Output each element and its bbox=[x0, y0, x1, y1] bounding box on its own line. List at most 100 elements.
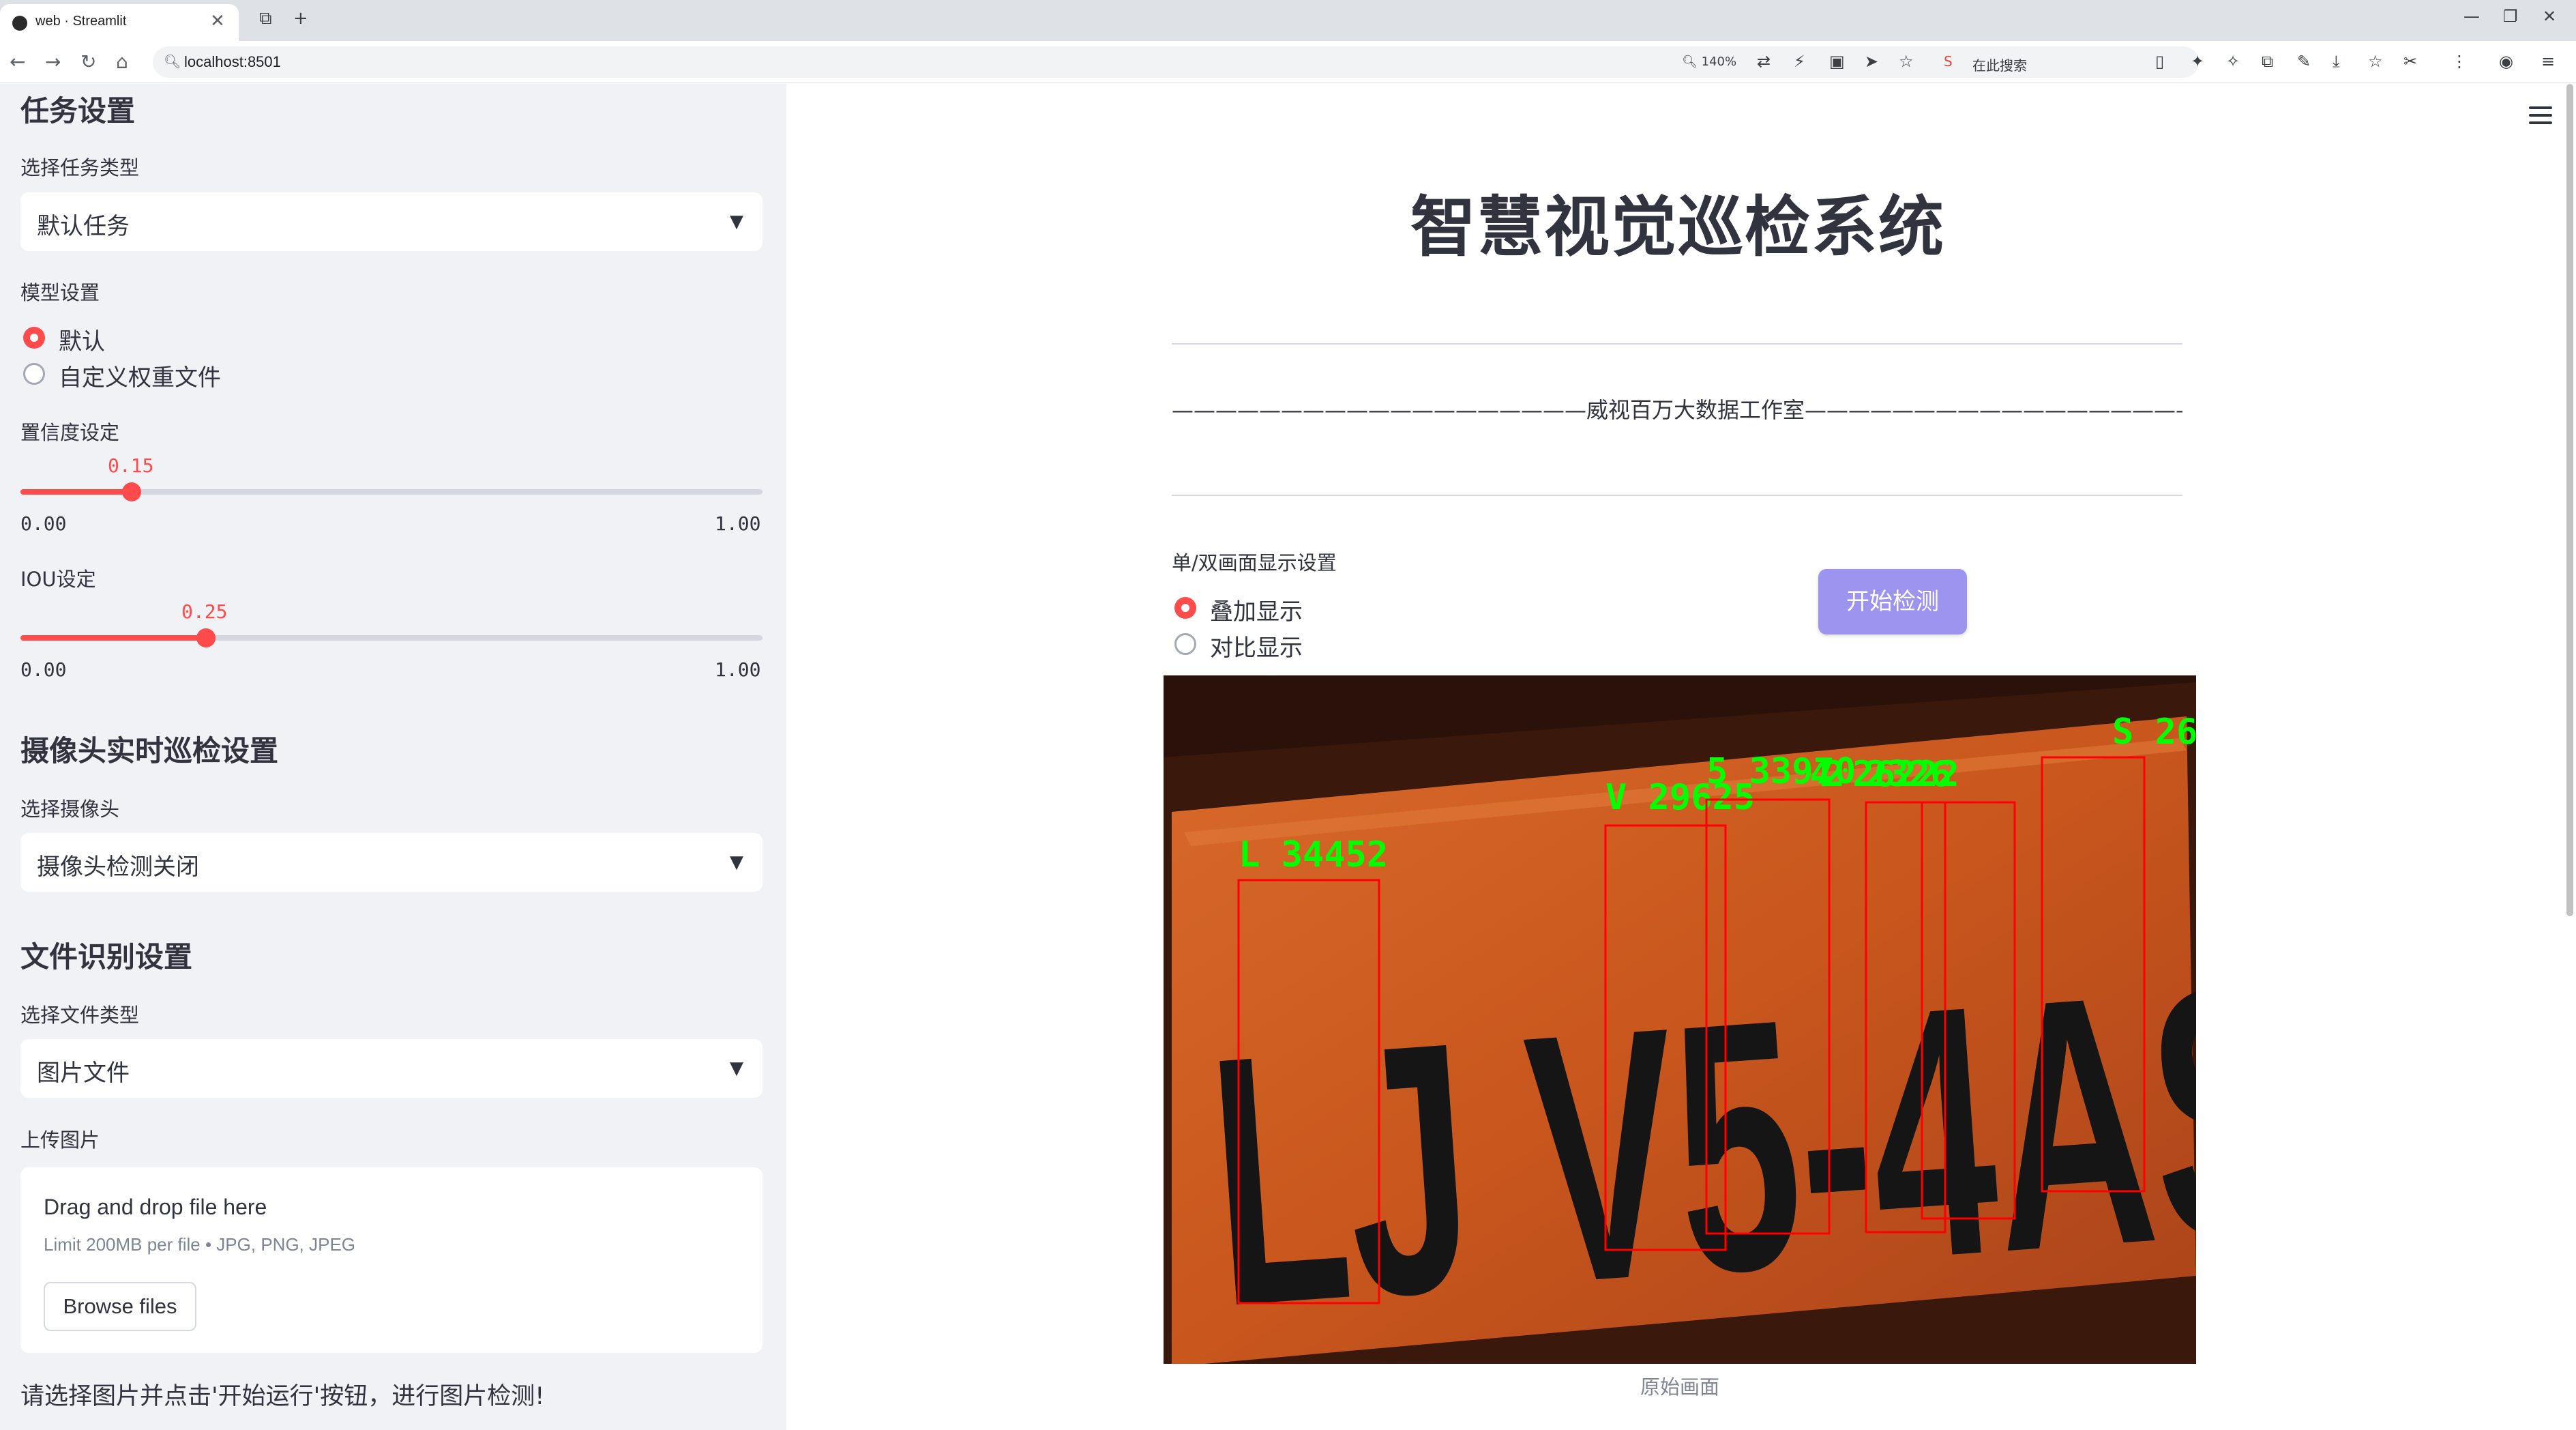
confidence-slider[interactable] bbox=[20, 482, 763, 501]
screenshot-icon[interactable]: ▣ bbox=[1829, 52, 1845, 71]
hamburger-menu-icon[interactable] bbox=[2529, 106, 2552, 126]
more-vertical-icon[interactable]: ⋮ bbox=[2451, 52, 2468, 71]
zoom-icon: 🔍︎ bbox=[1682, 55, 1698, 69]
favorites-icon[interactable]: ☆ bbox=[2368, 52, 2383, 71]
file-type-select[interactable]: 图片文件 ▼ bbox=[20, 1039, 763, 1098]
camera-settings-heading: 摄像头实时巡检设置 bbox=[20, 734, 279, 768]
lightning-icon[interactable]: ⚡ bbox=[1794, 52, 1805, 71]
confidence-label: 置信度设定 bbox=[20, 421, 120, 444]
confidence-value: 0.15 bbox=[108, 454, 154, 477]
search-engine-icon: S bbox=[1944, 53, 1953, 70]
radio-unselected-icon bbox=[1174, 633, 1196, 655]
search-placeholder: 在此搜索 bbox=[1972, 57, 2027, 74]
sidebar: 任务设置 选择任务类型 默认任务 ▼ 模型设置 默认 自定义权重文件 置信度设定… bbox=[0, 84, 786, 1430]
extension-pen-icon[interactable]: ✎ bbox=[2297, 52, 2311, 71]
extension-bird-icon[interactable]: ✧ bbox=[2226, 52, 2240, 71]
model-settings-label: 模型设置 bbox=[20, 281, 100, 304]
display-option-label: 对比显示 bbox=[1210, 634, 1303, 662]
display-option-label: 叠加显示 bbox=[1210, 598, 1303, 626]
close-tab-icon[interactable]: ✕ bbox=[210, 11, 225, 31]
model-option-label: 默认 bbox=[59, 328, 105, 355]
display-mode-label: 单/双画面显示设置 bbox=[1172, 551, 1337, 574]
tab-title: web · Streamlit bbox=[35, 14, 127, 29]
iou-label: IOU设定 bbox=[20, 568, 96, 591]
camera-select[interactable]: 摄像头检测关闭 ▼ bbox=[20, 833, 763, 892]
profile-avatar-icon[interactable]: ◉ bbox=[2499, 52, 2513, 71]
radio-selected-icon bbox=[1174, 597, 1196, 619]
confidence-slider-thumb[interactable] bbox=[122, 482, 141, 501]
confidence-slider-fill bbox=[20, 489, 132, 495]
zoom-indicator[interactable]: 🔍︎ 140% bbox=[1682, 55, 1736, 69]
zoom-level: 140% bbox=[1701, 55, 1737, 69]
upload-hint-text: 请选择图片并点击'开始运行'按钮，进行图片检测! bbox=[20, 1383, 545, 1410]
browser-tab[interactable]: web · Streamlit ✕ bbox=[0, 4, 239, 41]
download-icon[interactable]: ⤓ bbox=[2333, 52, 2340, 71]
reload-icon[interactable]: ↻ bbox=[80, 50, 96, 73]
close-window-icon[interactable]: ✕ bbox=[2543, 7, 2556, 26]
image-caption: 原始画面 bbox=[1640, 1375, 1719, 1399]
file-type-value: 图片文件 bbox=[37, 1060, 130, 1087]
scissors-icon[interactable]: ✂ bbox=[2403, 52, 2417, 71]
divider bbox=[1172, 343, 2182, 345]
iou-min: 0.00 bbox=[20, 658, 67, 681]
model-option-label: 自定义权重文件 bbox=[59, 364, 221, 392]
detection-label: L 34452 bbox=[1239, 834, 1388, 875]
task-type-select[interactable]: 默认任务 ▼ bbox=[20, 192, 763, 251]
browser-search-box[interactable]: S 在此搜索 bbox=[1930, 46, 2135, 78]
radio-selected-icon bbox=[23, 327, 45, 349]
home-icon[interactable]: ⌂ bbox=[116, 50, 128, 73]
scrollbar[interactable] bbox=[2566, 84, 2573, 916]
file-settings-heading: 文件识别设置 bbox=[20, 940, 193, 974]
license-plate-image: LJ V5-4AS L 34452V 296255 339704 262222 … bbox=[1164, 675, 2196, 1364]
restore-icon[interactable]: ❐ bbox=[2503, 7, 2518, 26]
upload-drag-text: Drag and drop file here bbox=[44, 1195, 267, 1219]
upload-limit-text: Limit 200MB per file • JPG, PNG, JPEG bbox=[44, 1234, 356, 1255]
task-type-value: 默认任务 bbox=[37, 213, 130, 240]
confidence-min: 0.00 bbox=[20, 512, 67, 535]
site-info-icon[interactable]: 🔍︎ bbox=[164, 53, 181, 70]
camera-select-label: 选择摄像头 bbox=[20, 798, 120, 821]
new-tab-icon[interactable]: + bbox=[293, 8, 308, 29]
start-detection-button[interactable]: 开始检测 bbox=[1818, 569, 1967, 634]
phone-icon[interactable]: ▯ bbox=[2155, 52, 2164, 71]
extension-translate-icon[interactable]: ⧉ bbox=[2262, 52, 2273, 71]
file-type-label: 选择文件类型 bbox=[20, 1004, 140, 1027]
camera-select-value: 摄像头检测关闭 bbox=[37, 853, 199, 881]
url-field[interactable]: 🔍︎ localhost:8501 bbox=[153, 46, 2199, 78]
iou-slider-thumb[interactable] bbox=[196, 628, 216, 647]
iou-slider-fill bbox=[20, 635, 206, 641]
confidence-max: 1.00 bbox=[715, 512, 761, 535]
page-title: 智慧视觉巡检系统 bbox=[1410, 189, 1945, 265]
iou-slider[interactable] bbox=[20, 628, 763, 647]
file-uploader-dropzone[interactable]: Drag and drop file here Limit 200MB per … bbox=[20, 1167, 763, 1353]
chevron-down-icon: ▼ bbox=[730, 211, 743, 232]
url-text: localhost:8501 bbox=[184, 53, 281, 70]
bookmark-star-icon[interactable]: ☆ bbox=[1899, 52, 1914, 71]
upload-label: 上传图片 bbox=[20, 1128, 100, 1152]
forward-icon[interactable]: → bbox=[45, 50, 61, 73]
chevron-down-icon: ▼ bbox=[730, 1058, 743, 1079]
plate-text: LJ V5-4AS bbox=[1200, 909, 2196, 1364]
studio-credit-line: ———————————————————威视百万大数据工作室———————————… bbox=[1172, 397, 2182, 423]
back-icon[interactable]: ← bbox=[10, 50, 25, 73]
streamlit-favicon-icon bbox=[12, 16, 27, 31]
minimize-icon[interactable]: — bbox=[2463, 7, 2480, 26]
plate-characters: LJ V5-4AS bbox=[1200, 909, 2196, 1364]
detection-label: 2 2326 bbox=[1823, 754, 1951, 795]
iou-value: 0.25 bbox=[181, 600, 228, 623]
chevron-down-icon: ▼ bbox=[730, 852, 743, 873]
detection-label: S 2622 bbox=[2112, 712, 2196, 753]
task-settings-heading: 任务设置 bbox=[20, 94, 136, 128]
translate-icon[interactable]: ⇄ bbox=[1757, 52, 1771, 71]
browse-files-button[interactable]: Browse files bbox=[44, 1282, 196, 1331]
browser-tab-bar: web · Streamlit ✕ ⧉ + — ❐ ✕ bbox=[0, 0, 2576, 41]
divider bbox=[1172, 495, 2182, 496]
tab-groups-icon[interactable]: ⧉ bbox=[259, 8, 272, 29]
address-bar: ← → ↻ ⌂ 🔍︎ localhost:8501 🔍︎ 140% ⇄ ⚡ ▣ … bbox=[0, 41, 2576, 83]
radio-unselected-icon bbox=[23, 363, 45, 385]
share-icon[interactable]: ➤ bbox=[1865, 52, 1878, 71]
extension-color-icon[interactable]: ✦ bbox=[2191, 52, 2204, 71]
browser-menu-icon[interactable]: ≡ bbox=[2541, 52, 2555, 71]
iou-max: 1.00 bbox=[715, 658, 761, 681]
detection-result-image: LJ V5-4AS L 34452 V 29625 5 33970 4 26222 2 … bbox=[1164, 675, 2196, 1364]
